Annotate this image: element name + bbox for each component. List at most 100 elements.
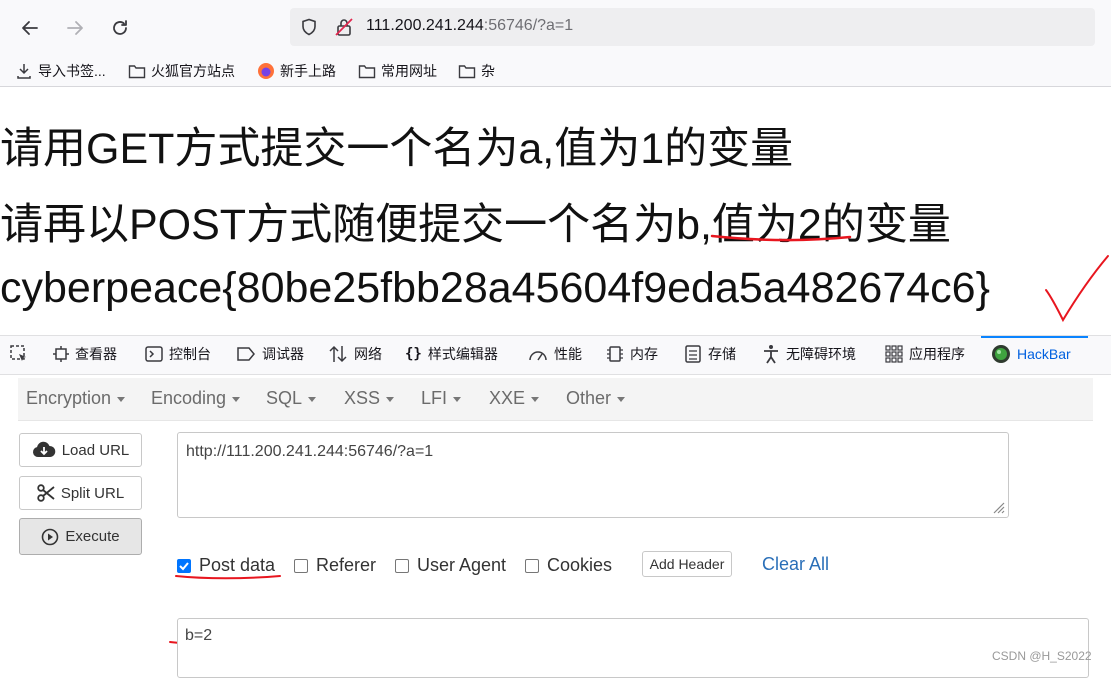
menu-sql[interactable]: SQL	[266, 388, 317, 409]
url-bar[interactable]: 111.200.241.244:56746/?a=1	[290, 8, 1095, 46]
tab-accessibility[interactable]: 无障碍环境	[762, 344, 856, 364]
forward-button[interactable]	[60, 13, 90, 43]
insecure-lock-icon[interactable]	[334, 17, 354, 37]
split-url-button[interactable]: Split URL	[19, 476, 142, 510]
tab-inspector[interactable]: 查看器	[53, 344, 117, 364]
debugger-icon	[237, 347, 255, 361]
add-header-button[interactable]: Add Header	[642, 551, 732, 577]
instruction-get: 请用GET方式提交一个名为a,值为1的变量	[0, 125, 794, 173]
devtools-tabbar: 查看器 控制台 调试器 网络 {} 样式编辑器 性能 内存 存储 无障碍环境 应…	[0, 335, 1111, 375]
menu-encryption[interactable]: Encryption	[26, 388, 126, 409]
storage-icon	[685, 345, 701, 363]
tab-application[interactable]: 应用程序	[885, 344, 965, 364]
checkbox-unchecked[interactable]	[395, 558, 409, 573]
cloud-download-icon	[32, 441, 55, 457]
folder-icon	[128, 65, 146, 79]
checkbox-label: Referer	[316, 555, 377, 575]
braces-icon: {}	[405, 346, 422, 362]
bookmark-common-sites[interactable]: 常用网址	[358, 61, 437, 81]
checkbox-label: Cookies	[547, 555, 613, 575]
menu-lfi[interactable]: LFI	[421, 388, 462, 409]
tab-label: 内存	[630, 346, 658, 362]
menu-other[interactable]: Other	[566, 388, 626, 409]
bookmark-import[interactable]: 导入书签...	[15, 61, 106, 81]
tab-hackbar[interactable]: HackBar	[991, 344, 1071, 364]
reload-button[interactable]	[105, 13, 135, 43]
tab-label: HackBar	[1017, 346, 1071, 362]
resize-grip-icon[interactable]	[991, 500, 1005, 514]
checkbox-checked[interactable]	[177, 558, 191, 573]
tab-memory[interactable]: 内存	[606, 344, 658, 364]
tab-label: 应用程序	[909, 346, 965, 362]
post-data-textarea[interactable]: b=2	[177, 618, 1089, 678]
url-path: :56746/?a=1	[483, 17, 574, 34]
tab-debugger[interactable]: 调试器	[236, 344, 304, 364]
tab-label: 存储	[708, 346, 736, 362]
inspector-icon	[53, 346, 69, 362]
back-button[interactable]	[15, 13, 45, 43]
menu-label: SQL	[266, 388, 303, 408]
post-data-checkbox[interactable]: Post data	[177, 555, 275, 576]
check-icon	[179, 561, 189, 570]
reload-icon	[113, 20, 127, 35]
user-agent-checkbox[interactable]: User Agent	[395, 555, 506, 576]
play-circle-icon	[42, 528, 59, 545]
bookmark-firefox-site[interactable]: 火狐官方站点	[128, 61, 235, 81]
menu-label: Encryption	[26, 388, 112, 408]
tab-style-editor[interactable]: {} 样式编辑器	[405, 344, 498, 364]
performance-icon	[529, 351, 547, 361]
button-label: Split URL	[60, 484, 125, 502]
caret-down-icon	[453, 396, 462, 402]
checkbox-unchecked[interactable]	[525, 558, 539, 573]
console-icon	[145, 346, 163, 362]
caret-down-icon	[386, 396, 395, 402]
import-icon	[17, 64, 31, 79]
network-icon	[329, 345, 347, 363]
clear-all-link[interactable]: Clear All	[762, 554, 829, 575]
menu-xxe[interactable]: XXE	[489, 388, 540, 409]
referer-checkbox[interactable]: Referer	[294, 555, 376, 576]
accessibility-icon	[764, 345, 778, 364]
hackbar-menu: Encryption Encoding SQL XSS LFI XXE Othe…	[18, 378, 1093, 421]
menu-encoding[interactable]: Encoding	[151, 388, 241, 409]
bookmarks-toolbar: 导入书签... 火狐官方站点 新手上路 常用网址 杂	[0, 56, 1111, 87]
menu-label: XSS	[344, 388, 381, 408]
tab-label: 查看器	[75, 346, 117, 362]
bookmark-label: 杂	[481, 63, 495, 79]
active-tab-indicator	[981, 336, 1088, 338]
caret-down-icon	[617, 396, 626, 402]
underline-post-data	[175, 575, 281, 580]
menu-xss[interactable]: XSS	[344, 388, 395, 409]
memory-icon	[607, 346, 623, 362]
tab-storage[interactable]: 存储	[684, 344, 736, 364]
execute-button[interactable]: Execute	[19, 518, 142, 555]
back-arrow-icon	[22, 21, 38, 35]
tab-label: 性能	[554, 346, 582, 362]
tab-performance[interactable]: 性能	[528, 344, 582, 364]
load-url-button[interactable]: Load URL	[19, 433, 142, 467]
caret-down-icon	[232, 396, 241, 402]
url-textarea[interactable]: http://111.200.241.244:56746/?a=1	[177, 432, 1009, 518]
tab-label: 控制台	[169, 346, 211, 362]
bookmark-label: 导入书签...	[38, 63, 106, 79]
bookmark-label: 火狐官方站点	[151, 63, 235, 79]
button-label: Load URL	[61, 441, 130, 459]
tab-label: 调试器	[262, 346, 304, 362]
watermark: CSDN @H_S2022	[992, 649, 1092, 663]
tab-label: 样式编辑器	[427, 346, 498, 362]
url-text[interactable]: 111.200.241.244:56746/?a=1	[366, 17, 573, 35]
tab-console[interactable]: 控制台	[145, 344, 211, 364]
element-picker-button[interactable]	[9, 344, 29, 364]
button-label: Execute	[65, 528, 120, 545]
shield-icon[interactable]	[300, 18, 318, 36]
hackbar-icon	[992, 345, 1010, 363]
bookmark-getting-started[interactable]: 新手上路	[257, 61, 336, 81]
caret-down-icon	[308, 396, 317, 402]
url-host: 111.200.241.244	[366, 17, 484, 34]
cookies-checkbox[interactable]: Cookies	[525, 555, 612, 576]
checkbox-label: User Agent	[417, 555, 507, 575]
tab-label: 网络	[354, 346, 382, 362]
checkbox-unchecked[interactable]	[294, 558, 308, 573]
bookmark-misc[interactable]: 杂	[458, 61, 495, 81]
tab-network[interactable]: 网络	[328, 344, 382, 364]
